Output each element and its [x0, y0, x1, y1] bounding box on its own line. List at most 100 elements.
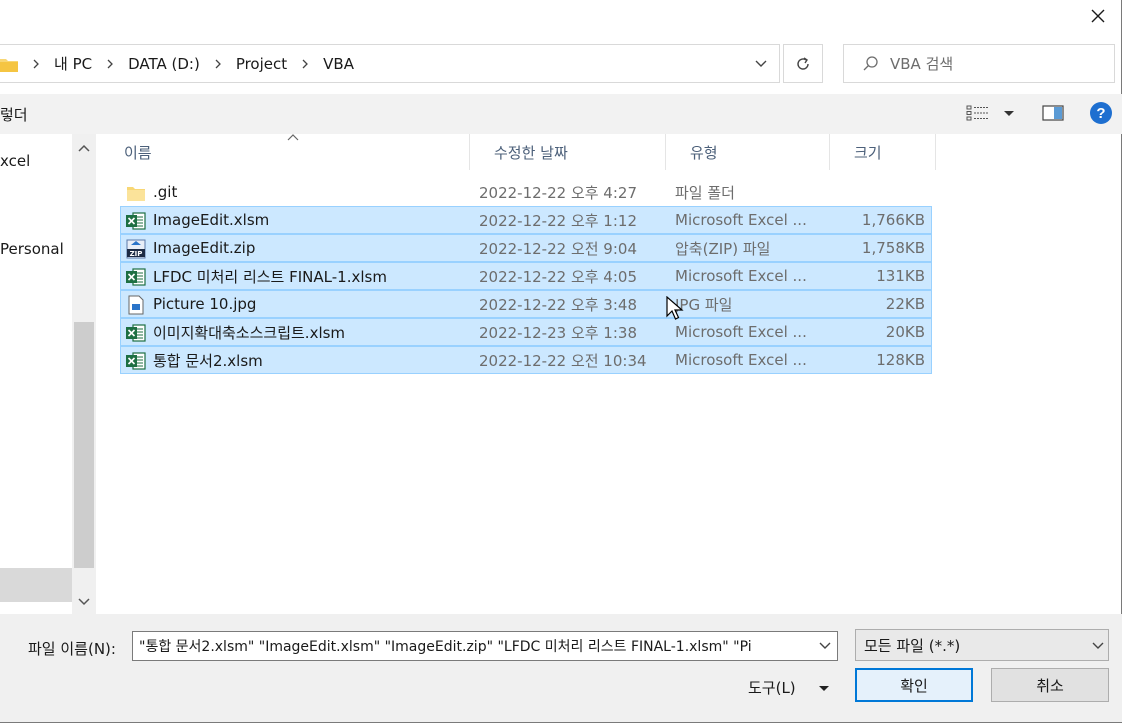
file-name: ImageEdit.zip	[153, 239, 256, 257]
details-view-icon	[966, 105, 988, 121]
breadcrumb-item-data-drive[interactable]: DATA (D:)	[120, 55, 208, 73]
open-button[interactable]: 확인	[855, 668, 973, 702]
folder-icon	[127, 187, 145, 201]
file-row[interactable]: 통합 문서2.xlsm 2022-12-22 오전 10:34 Microsof…	[120, 346, 932, 374]
filename-input[interactable]	[139, 638, 815, 654]
chevron-down-icon	[78, 598, 90, 606]
file-type-filter-select[interactable]: 모든 파일 (*.*)	[855, 629, 1109, 661]
column-header-type[interactable]: 유형	[666, 134, 830, 170]
file-size: 20KB	[885, 323, 925, 341]
file-name: Picture 10.jpg	[153, 295, 257, 313]
excel-icon	[126, 268, 146, 286]
address-history-dropdown[interactable]	[743, 45, 779, 82]
chevron-down-icon	[1092, 642, 1104, 649]
chevron-down-icon	[819, 642, 831, 649]
file-name: 통합 문서2.xlsm	[153, 351, 263, 370]
change-view-button[interactable]	[966, 104, 1016, 122]
preview-pane-button[interactable]	[1042, 104, 1064, 126]
new-folder-button[interactable]: 렇더	[0, 104, 28, 125]
nav-item-excel[interactable]: xcel	[0, 152, 30, 170]
scrollbar-thumb[interactable]	[74, 322, 94, 568]
file-row[interactable]: .git 2022-12-22 오후 4:27 파일 폴더	[120, 178, 932, 206]
file-name: ImageEdit.xlsm	[153, 211, 270, 229]
chevron-right-icon[interactable]	[208, 58, 228, 70]
close-button[interactable]	[1075, 0, 1121, 32]
breadcrumb-item-vba[interactable]: VBA	[315, 55, 362, 73]
nav-scrollbar[interactable]	[72, 134, 96, 614]
scroll-up-arrow[interactable]	[72, 138, 96, 158]
zip-icon: ZIP	[126, 239, 146, 259]
chevron-down-icon	[755, 60, 767, 67]
file-type-filter-value: 모든 파일 (*.*)	[864, 636, 961, 655]
file-row[interactable]: ZIP ImageEdit.zip 2022-12-22 오전 9:04 압축(…	[120, 234, 932, 262]
search-input[interactable]	[890, 54, 1090, 73]
breadcrumb-item-project[interactable]: Project	[228, 55, 295, 73]
nav-item-selected[interactable]	[0, 568, 72, 602]
column-header-date[interactable]: 수정한 날짜	[470, 134, 666, 170]
file-type: Microsoft Excel ...	[675, 211, 807, 229]
column-header-size-label: 크기	[854, 143, 882, 162]
file-row[interactable]: 이미지확대축소스크립트.xlsm 2022-12-23 오후 1:38 Micr…	[120, 318, 932, 346]
tools-button[interactable]: 도구(L)	[748, 677, 830, 698]
file-list: 이름 수정한 날짜 유형 크기 .git 2022-12-22 오후 4:27 …	[100, 134, 1120, 614]
chevron-up-icon	[78, 144, 90, 152]
toolbar: 렇더	[0, 94, 1122, 134]
address-bar[interactable]: 내 PC DATA (D:) Project VBA	[0, 44, 780, 83]
chevron-right-icon[interactable]	[26, 58, 46, 70]
tools-label: 도구(L)	[748, 679, 796, 697]
column-header-type-label: 유형	[690, 143, 718, 162]
file-date: 2022-12-22 오후 1:12	[479, 211, 637, 230]
file-size: 131KB	[876, 267, 925, 285]
file-size: 128KB	[876, 351, 925, 369]
nav-item-personal[interactable]: Personal	[0, 240, 64, 258]
scroll-down-arrow[interactable]	[72, 592, 96, 612]
help-icon[interactable]: ?	[1090, 102, 1112, 124]
filename-label: 파일 이름(N):	[28, 640, 116, 658]
file-row[interactable]: Picture 10.jpg 2022-12-22 오후 3:48 JPG 파일…	[120, 290, 932, 318]
file-date: 2022-12-22 오전 10:34	[479, 351, 647, 370]
breadcrumb: 내 PC DATA (D:) Project VBA	[26, 53, 362, 74]
file-type: Microsoft Excel ...	[675, 351, 807, 369]
excel-icon	[126, 352, 146, 370]
cancel-button-label: 취소	[1036, 676, 1064, 695]
open-button-label: 확인	[900, 676, 928, 695]
file-row[interactable]: ImageEdit.xlsm 2022-12-22 오후 1:12 Micros…	[120, 206, 932, 234]
column-header-date-label: 수정한 날짜	[494, 143, 568, 162]
file-size: 1,766KB	[861, 211, 925, 229]
file-open-dialog: 내 PC DATA (D:) Project VBA 렇더	[0, 0, 1122, 723]
close-icon	[1091, 9, 1105, 23]
svg-text:ZIP: ZIP	[130, 250, 143, 258]
image-file-icon	[128, 295, 144, 315]
cancel-button[interactable]: 취소	[991, 668, 1109, 702]
file-date: 2022-12-22 오후 4:05	[479, 267, 637, 286]
excel-icon	[126, 212, 146, 230]
mouse-cursor-icon	[666, 296, 684, 320]
file-date: 2022-12-22 오후 4:27	[479, 183, 637, 202]
file-type: 파일 폴더	[675, 183, 735, 202]
file-size: 1,758KB	[861, 239, 925, 257]
file-type: Microsoft Excel ...	[675, 323, 807, 341]
excel-icon	[126, 324, 146, 342]
folder-icon	[0, 58, 18, 72]
chevron-right-icon[interactable]	[100, 58, 120, 70]
file-name: LFDC 미처리 리스트 FINAL-1.xlsm	[153, 267, 387, 286]
column-header-size[interactable]: 크기	[830, 134, 936, 170]
file-row[interactable]: LFDC 미처리 리스트 FINAL-1.xlsm 2022-12-22 오후 …	[120, 262, 932, 290]
breadcrumb-item-pc[interactable]: 내 PC	[46, 53, 100, 74]
search-icon	[863, 55, 878, 70]
preview-pane-icon	[1042, 105, 1064, 121]
chevron-down-icon	[1004, 111, 1014, 116]
file-name: 이미지확대축소스크립트.xlsm	[153, 323, 346, 342]
file-date: 2022-12-23 오후 1:38	[479, 323, 637, 342]
refresh-icon	[797, 56, 809, 70]
chevron-down-icon	[818, 685, 829, 691]
refresh-button[interactable]	[783, 44, 823, 83]
filename-combobox[interactable]	[132, 631, 838, 661]
search-box[interactable]	[843, 44, 1115, 83]
filename-dropdown-button[interactable]	[815, 636, 835, 656]
chevron-right-icon[interactable]	[295, 58, 315, 70]
column-header-name[interactable]: 이름	[100, 134, 470, 170]
sort-ascending-icon	[287, 134, 299, 141]
file-size: 22KB	[885, 295, 925, 313]
file-name: .git	[153, 183, 178, 201]
